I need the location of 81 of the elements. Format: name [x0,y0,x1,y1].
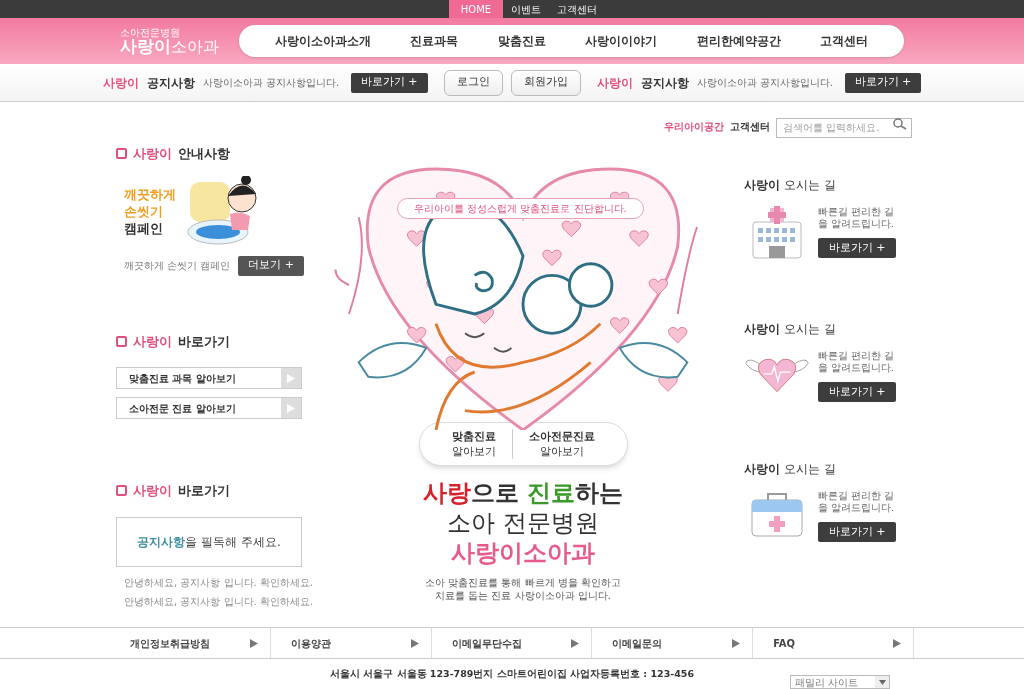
card-title: 오시는 길 [784,461,836,478]
notice-title: 공지사항 [146,74,195,92]
triangle-arrow-icon [732,638,741,648]
logo-suffix: 소아과 [171,38,219,55]
notice-line: 안녕하세요, 공지사항 입니다. 확인하세요. [124,594,314,609]
family-site-select[interactable]: 패밀리 사이트 [790,675,890,689]
campaign-text: 캠페인 [124,220,164,237]
card-brand: 사랑이 [744,177,780,194]
triangle-arrow-icon [249,638,258,648]
more-button[interactable]: 더보기 + [238,255,305,276]
footer-link[interactable]: 이용양관 [270,628,432,658]
notice-title: 공지사항 [640,74,689,92]
card-brand: 사랑이 [744,461,780,478]
notice-text: 사랑이소아과 공지사항입니다. [202,76,341,90]
go-button[interactable]: 바로가기 + [844,72,922,93]
dropdown-arrow-icon [878,679,886,685]
utility-link[interactable]: 고객센터 [730,118,770,134]
campaign-text: 손씻기 [124,203,164,220]
square-bullet-icon [116,148,127,160]
hero-description: 치료를 돕는 진료 사랑이소아과 입니다. [435,589,611,602]
utility-link[interactable]: 우리아이공간 [664,118,724,134]
auth-button[interactable]: 로그인 [443,69,503,96]
triangle-arrow-icon [410,638,419,648]
search-icon [893,118,907,130]
card-text: 빠른길 편리한 길을 알려드립니다. [818,490,896,514]
campaign-text: 깨끗하게 [124,186,176,203]
card-title: 오시는 길 [784,177,836,194]
footer-address: 서울시 서울구 서울동 123-789번지 스마트어린이집 사업자등록번호 : 123-456 [329,666,695,681]
footer-link[interactable]: FAQ [753,628,914,658]
nav-link[interactable]: 사랑이소아과소개 [274,32,371,50]
section-brand: 사랑이 [133,482,172,500]
section-brand: 사랑이 [133,145,172,163]
logo-tagline: 소아전문병원 [120,27,181,38]
card-text: 빠른길 편리한 길을 알려드립니다. [818,350,896,374]
footer-link[interactable]: 개인정보취급방침 [110,628,271,658]
section-title: 안내사항 [178,145,230,163]
shortcut-link[interactable]: 소아전문 진료 알아보기 [116,397,302,419]
nav-link[interactable]: 맞춤진료 [497,32,546,50]
go-button[interactable]: 바로가기 + [818,238,896,258]
shortcut-link[interactable]: 맞춤진료 과목 알아보기 [116,367,302,389]
top-tab[interactable]: 고객센터 [549,0,606,18]
auth-button[interactable]: 회원가입 [510,69,581,96]
hero-subhead: 소아 전문병원 [447,508,599,538]
section-title: 바로가기 [178,482,230,500]
card-title: 오시는 길 [784,321,836,338]
medical-kit-icon [750,490,804,538]
footer-link[interactable]: 이메일문의 [592,628,754,658]
nav-link[interactable]: 진료과목 [410,32,459,50]
card-brand: 사랑이 [744,321,780,338]
hero-link[interactable]: 맞춤진료 알아보기 [435,429,512,459]
notice-text: 사랑이소아과 공지사항입니다. [696,76,834,90]
hero-banner-text: 우리아이를 정성스럽게 맞춤진료로 진단합니다. [397,198,644,219]
go-button[interactable]: 바로가기 + [818,522,896,542]
go-button[interactable]: 바로가기 + [350,72,428,93]
nav-link[interactable]: 고객센터 [820,32,869,50]
hero-headline: 사랑으로 진료하는 [422,478,624,508]
nav-link[interactable]: 편리한예약공간 [696,32,781,50]
top-tab[interactable]: 이벤트 [503,0,550,18]
triangle-arrow-icon [287,403,295,413]
notice-message: 공지사항을 필독해 주세요. [137,533,281,551]
logo-name: 사랑이 [120,37,171,55]
section-brand: 사랑이 [133,332,172,351]
section-title: 바로가기 [178,332,230,351]
notice-brand: 사랑이 [102,74,139,92]
footer-link[interactable]: 이메일무단수집 [431,628,593,658]
square-bullet-icon [116,485,127,497]
hero-link[interactable]: 소아전문진료 알아보기 [511,429,611,459]
hospital-icon [750,206,804,262]
triangle-arrow-icon [571,638,580,648]
nav-link[interactable]: 사랑이이야기 [585,32,658,50]
square-bullet-icon [116,335,127,347]
campaign-caption: 깨끗하게 손씻기 캠페인 [124,259,231,273]
hero-description: 소아 맞춤진료를 통해 빠르게 병을 확인하고 [425,576,621,589]
triangle-arrow-icon [287,373,295,383]
notice-line: 안녕하세요, 공지사항 입니다. 확인하세요. [124,575,314,590]
hero-brand: 사랑이소아과 [451,538,595,568]
card-text: 빠른길 편리한 길을 알려드립니다. [818,206,896,230]
go-button[interactable]: 바로가기 + [818,382,896,402]
search-field[interactable]: 검색어를 입력하세요. [776,117,912,138]
triangle-arrow-icon [893,638,901,648]
notice-brand: 사랑이 [596,74,633,92]
